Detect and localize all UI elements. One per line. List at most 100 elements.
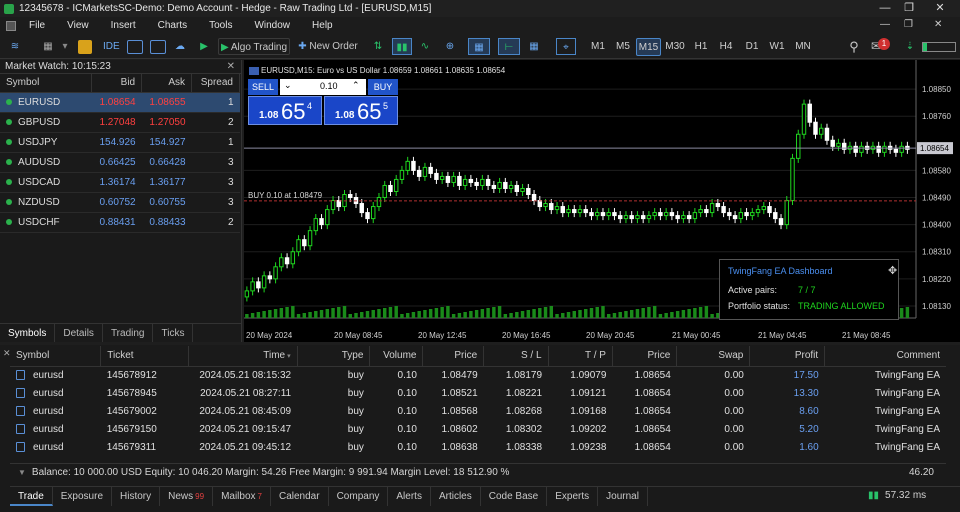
search-icon[interactable]: ⚲ [846, 38, 862, 55]
navigator-icon[interactable] [150, 40, 166, 54]
tab-exposure[interactable]: Exposure [53, 487, 113, 506]
market-watch-icon[interactable] [127, 40, 143, 54]
menu-tools[interactable]: Tools [198, 20, 243, 31]
tf-w1[interactable]: W1 [765, 38, 789, 56]
col-sl[interactable]: S / L [483, 346, 549, 367]
col-volume[interactable]: Volume [369, 346, 424, 367]
mdi-close-icon[interactable]: ✕ [934, 19, 942, 30]
tab-history[interactable]: History [112, 487, 161, 506]
tab-journal[interactable]: Journal [598, 487, 648, 506]
table-row[interactable]: eurusd 145679150 2024.05.21 09:15:47 buy 0.1… [10, 420, 946, 438]
market-watch-row[interactable]: USDCHF 0.88431 0.88433 2 [0, 212, 240, 233]
tf-m30[interactable]: M30 [662, 38, 688, 56]
col-ask[interactable]: Ask [141, 74, 193, 93]
sell-button[interactable]: SELL [248, 79, 278, 95]
col-symbol[interactable]: Symbol [0, 74, 93, 93]
market-watch-row[interactable]: AUDUSD 0.66425 0.66428 3 [0, 152, 240, 173]
table-row[interactable]: eurusd 145678945 2024.05.21 08:27:11 buy 0.1… [10, 384, 946, 402]
tf-d1[interactable]: D1 [740, 38, 764, 56]
row-symbol[interactable]: USDCAD [0, 172, 92, 193]
tab-articles[interactable]: Articles [431, 487, 481, 506]
layout-icon[interactable]: ▦ [38, 38, 58, 55]
row-ask[interactable]: 1.08655 [141, 92, 192, 113]
row-ask[interactable]: 154.927 [141, 132, 192, 153]
col-time[interactable]: Time ▾ [188, 346, 298, 367]
row-symbol[interactable]: USDJPY [0, 132, 92, 153]
menu-help[interactable]: Help [301, 20, 344, 31]
row-symbol[interactable]: NZDUSD [0, 192, 92, 213]
lot-value[interactable]: 0.10 [320, 81, 338, 91]
row-ask[interactable]: 0.88433 [141, 212, 192, 233]
buy-price-box[interactable]: 1.08 65 5 [324, 96, 398, 125]
row-ask[interactable]: 1.36177 [141, 172, 192, 193]
tf-m15[interactable]: M15 [636, 38, 661, 56]
close-icon[interactable]: ✕ [925, 0, 955, 17]
ea-dashboard[interactable]: TwingFang EA Dashboard ✥ Active pairs: 7… [719, 259, 899, 320]
doc-icon[interactable] [6, 20, 16, 31]
row-ask[interactable]: 1.27050 [141, 112, 192, 133]
tf-m5[interactable]: M5 [611, 38, 635, 56]
col-bid[interactable]: Bid [91, 74, 143, 93]
depth-icon[interactable]: ⇅ [370, 38, 386, 55]
lot-decrease-icon[interactable]: ⌄ [284, 80, 292, 91]
col-price[interactable]: Price [422, 346, 485, 367]
cloud-icon[interactable]: ☁ [172, 38, 188, 55]
zoom-in-icon[interactable]: ⊕ [442, 38, 458, 55]
menu-file[interactable]: File [18, 20, 56, 31]
row-bid[interactable]: 1.08654 [91, 92, 142, 113]
crosshair-icon[interactable]: ⌖ [556, 38, 576, 55]
folder-icon[interactable] [78, 40, 92, 54]
table-row[interactable]: eurusd 145678912 2024.05.21 08:15:32 buy 0.1… [10, 366, 946, 384]
col-trade-symbol[interactable]: Symbol [10, 346, 102, 367]
autoscroll-icon[interactable]: ⊢ [498, 38, 520, 55]
tab-code-base[interactable]: Code Base [481, 487, 548, 506]
row-bid[interactable]: 154.926 [91, 132, 142, 153]
tab-trading[interactable]: Trading [103, 324, 154, 342]
menu-charts[interactable]: Charts [147, 20, 198, 31]
tf-mn[interactable]: MN [790, 38, 816, 56]
tab-alerts[interactable]: Alerts [388, 487, 431, 506]
tab-experts[interactable]: Experts [547, 487, 599, 506]
row-symbol[interactable]: AUDUSD [0, 152, 92, 173]
table-row[interactable]: eurusd 145679002 2024.05.21 08:45:09 buy 0.1… [10, 402, 946, 420]
mdi-minimize-icon[interactable]: — [880, 19, 890, 30]
col-type[interactable]: Type [297, 346, 371, 367]
col-swap[interactable]: Swap [676, 346, 751, 367]
tab-news[interactable]: News 99 [160, 487, 214, 506]
menu-window[interactable]: Window [243, 20, 301, 31]
tab-company[interactable]: Company [329, 487, 389, 506]
menu-insert[interactable]: Insert [100, 20, 147, 31]
line-chart-icon[interactable]: ∿ [416, 38, 434, 55]
row-bid[interactable]: 1.36174 [91, 172, 142, 193]
row-ask[interactable]: 0.60755 [141, 192, 192, 213]
row-symbol[interactable]: EURUSD [0, 92, 92, 113]
tf-h1[interactable]: H1 [689, 38, 713, 56]
panel-close-icon[interactable]: ✕ [227, 60, 235, 74]
mdi-restore-icon[interactable]: ❐ [904, 19, 913, 30]
trade-symbol[interactable]: eurusd [10, 438, 101, 456]
tab-details[interactable]: Details [55, 324, 103, 342]
ide-icon[interactable]: IDE [103, 38, 120, 55]
trade-symbol[interactable]: eurusd [10, 402, 101, 420]
move-icon[interactable]: ✥ [888, 264, 897, 277]
tab-symbols[interactable]: Symbols [0, 324, 56, 342]
tf-h4[interactable]: H4 [714, 38, 738, 56]
market-watch-row[interactable]: EURUSD 1.08654 1.08655 1 [0, 92, 240, 113]
col-tp[interactable]: T / P [548, 346, 613, 367]
tester-icon[interactable]: ▶ [196, 38, 212, 55]
row-symbol[interactable]: GBPUSD [0, 112, 92, 133]
col-spread[interactable]: Spread [191, 74, 240, 93]
trade-symbol[interactable]: eurusd [10, 384, 101, 402]
row-ask[interactable]: 0.66428 [141, 152, 192, 173]
tab-ticks[interactable]: Ticks [153, 324, 194, 342]
trade-symbol[interactable]: eurusd [10, 366, 101, 384]
menu-view[interactable]: View [56, 20, 100, 31]
market-watch-row[interactable]: USDCAD 1.36174 1.36177 3 [0, 172, 240, 193]
algo-trading-button[interactable]: ▶ Algo Trading [218, 38, 290, 55]
col-profit[interactable]: Profit [749, 346, 826, 367]
sell-price-box[interactable]: 1.08 65 4 [248, 96, 322, 125]
row-bid[interactable]: 0.66425 [91, 152, 142, 173]
market-watch-row[interactable]: USDJPY 154.926 154.927 1 [0, 132, 240, 153]
tab-calendar[interactable]: Calendar [271, 487, 329, 506]
tab-trade[interactable]: Trade [10, 487, 53, 506]
